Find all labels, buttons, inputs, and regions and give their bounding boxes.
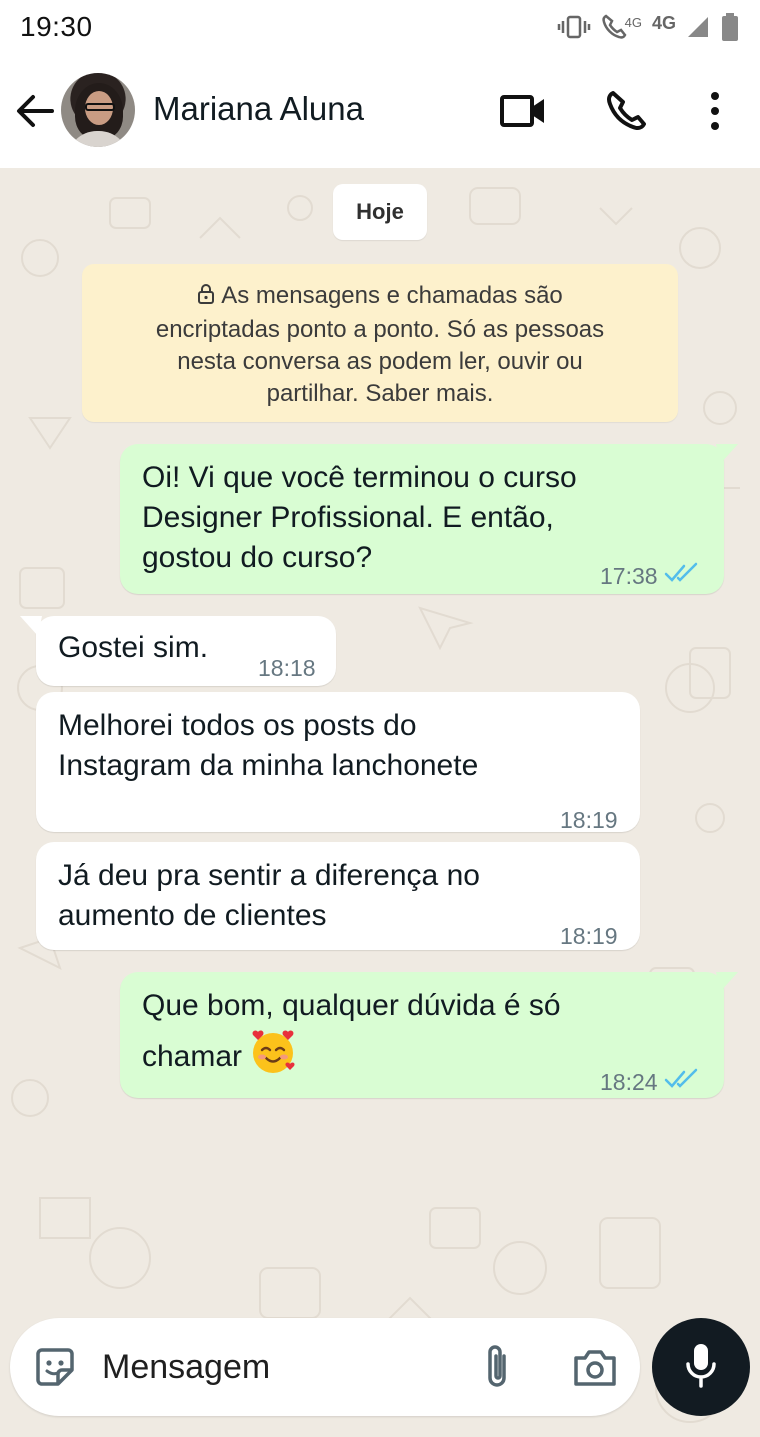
- bubble-tail: [716, 972, 738, 992]
- encryption-line-1: As mensagens e chamadas são: [112, 280, 648, 314]
- message-input-bar[interactable]: Mensagem: [10, 1318, 640, 1416]
- smiling-face-with-hearts-icon: [248, 1026, 298, 1087]
- message-time: 18:19: [560, 807, 618, 833]
- message-text: Gostei sim.: [58, 631, 209, 664]
- chat-header: Mariana Aluna: [0, 54, 760, 168]
- message-bubble-outgoing[interactable]: Oi! Vi que você terminou o curso Designe…: [120, 444, 738, 596]
- read-ticks-icon: [664, 556, 700, 596]
- message-bubble-outgoing[interactable]: Que bom, qualquer dúvida é só chamar 18:…: [120, 972, 738, 1098]
- encryption-line-4: partilhar. Saber mais.: [266, 380, 494, 407]
- message-text: Já deu pra sentir a diferença no: [58, 859, 480, 892]
- message-time: 18:19: [560, 923, 618, 949]
- camera-icon[interactable]: [572, 1346, 618, 1390]
- message-bubble-incoming[interactable]: Melhorei todos os posts do Instagram da …: [36, 692, 640, 833]
- encryption-line-3: nesta conversa as podem ler, ouvir ou: [177, 348, 583, 375]
- more-options-icon[interactable]: [690, 86, 740, 136]
- contact-avatar[interactable]: [61, 73, 135, 147]
- message-text: Oi! Vi que você terminou o curso: [142, 461, 577, 494]
- bubble-tail: [20, 616, 42, 636]
- bubble-tail: [716, 444, 738, 464]
- status-time: 19:30: [20, 11, 93, 42]
- encryption-notice[interactable]: As mensagens e chamadas são encriptadas …: [82, 264, 678, 422]
- network-label: 4G: [651, 12, 676, 33]
- status-bar: 19:30 4G 4G: [0, 0, 760, 54]
- sticker-icon[interactable]: [32, 1344, 78, 1390]
- message-time: 17:38: [600, 563, 658, 589]
- message-bubble-incoming[interactable]: Já deu pra sentir a diferença no aumento…: [36, 842, 640, 950]
- microphone-icon: [684, 1342, 718, 1393]
- lock-icon: [197, 282, 215, 314]
- contact-name[interactable]: Mariana Aluna: [153, 90, 364, 128]
- message-text: Que bom, qualquer dúvida é só: [142, 989, 561, 1022]
- message-text: Melhorei todos os posts do: [58, 709, 417, 742]
- message-bubble-incoming[interactable]: Gostei sim. 18:18: [20, 616, 336, 686]
- video-call-icon[interactable]: [498, 86, 548, 136]
- date-chip: Hoje: [333, 184, 427, 240]
- message-text: aumento de clientes: [58, 899, 327, 932]
- back-arrow-icon[interactable]: [14, 90, 56, 132]
- message-text: Designer Profissional. E então,: [142, 501, 554, 534]
- message-input[interactable]: Mensagem: [102, 1348, 270, 1387]
- paperclip-icon[interactable]: [478, 1342, 518, 1392]
- message-text: gostou do curso?: [142, 541, 373, 574]
- signal-icon: [686, 15, 710, 39]
- message-text: Instagram da minha lanchonete: [58, 749, 479, 782]
- battery-icon: [720, 12, 740, 42]
- call-signal-icon: [601, 13, 629, 41]
- message-time: 18:24: [600, 1069, 658, 1095]
- read-ticks-icon: [664, 1062, 700, 1102]
- message-time: 18:18: [258, 655, 316, 681]
- chat-area[interactable]: Hoje As mensagens e chamadas são encript…: [0, 168, 760, 1437]
- phone-call-icon[interactable]: [601, 86, 651, 136]
- status-icons: 4G 4G: [557, 12, 740, 42]
- vibrate-icon: [557, 14, 591, 40]
- encryption-text-1: As mensagens e chamadas são: [221, 282, 563, 309]
- encryption-line-2: encriptadas ponto a ponto. Só as pessoas: [155, 316, 605, 343]
- message-text: chamar: [142, 1039, 243, 1073]
- microphone-button[interactable]: [652, 1318, 750, 1416]
